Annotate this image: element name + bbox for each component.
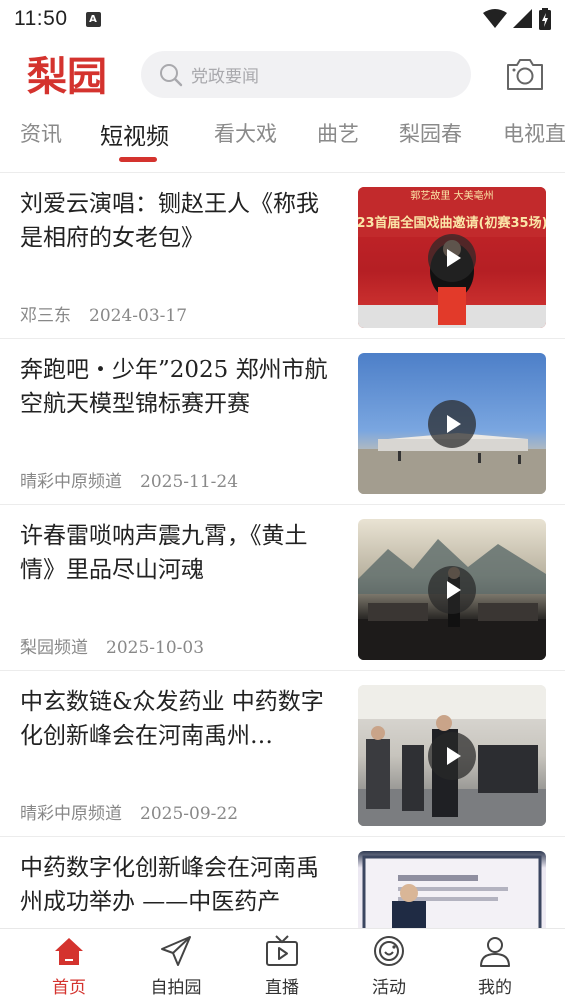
item-source: 晴彩中原频道 xyxy=(20,804,122,824)
wifi-icon xyxy=(483,9,507,28)
nav-home[interactable]: 首页 xyxy=(29,933,109,1001)
accessibility-icon: A xyxy=(85,11,101,27)
item-title: 中药数字化创新峰会在河南禹州成功举办 ——中医药产 xyxy=(20,855,319,915)
logo-text: 梨园 xyxy=(27,53,107,100)
play-icon xyxy=(428,566,476,614)
list-item[interactable]: 刘爱云演唱：铡赵王人《称我是相府的女老包》 邓三东 2024-03-17 郭艺故里… xyxy=(0,173,565,339)
play-icon xyxy=(428,400,476,448)
category-tabs: 资讯 短视频 看大戏 曲艺 梨园春 电视直 xyxy=(0,108,565,170)
nav-selfie-label: 自拍园 xyxy=(150,978,202,998)
nav-live-label: 直播 xyxy=(265,978,299,998)
active-tab-indicator xyxy=(119,157,157,162)
item-title: 许春雷唢呐声震九霄，《黄土情》里品尽山河魂 xyxy=(20,523,308,583)
bottom-nav: 首页 自拍园 直播 活动 我的 xyxy=(0,928,565,1004)
brand-logo[interactable]: 梨园 xyxy=(20,48,114,102)
play-icon xyxy=(428,732,476,780)
item-source: 邓三东 xyxy=(20,306,71,326)
nav-live[interactable]: 直播 xyxy=(242,933,322,1001)
battery-icon xyxy=(539,8,551,30)
play-icon xyxy=(428,234,476,282)
app-header: 梨园 党政要闻 xyxy=(0,44,565,106)
nav-profile[interactable]: 我的 xyxy=(455,933,535,1001)
video-thumbnail[interactable] xyxy=(358,519,546,660)
nav-selfie[interactable]: 自拍园 xyxy=(136,933,216,1001)
svg-text:郭艺故里 大美亳州: 郭艺故里 大美亳州 xyxy=(410,189,493,202)
video-thumbnail[interactable] xyxy=(358,851,546,928)
nav-profile-label: 我的 xyxy=(478,978,512,998)
video-thumbnail[interactable]: 郭艺故里 大美亳州 23首届全国戏曲邀请(初赛35场) xyxy=(358,187,546,328)
video-thumbnail[interactable] xyxy=(358,353,546,494)
thumb-banner-text: 23首届全国戏曲邀请(初赛35场) xyxy=(358,215,546,231)
list-item[interactable]: 中药数字化创新峰会在河南禹州成功举办 ——中医药产 xyxy=(0,837,565,928)
item-meta: 晴彩中原频道 2025-11-24 xyxy=(20,467,238,492)
item-title: 奔跑吧・少年”2025 郑州市航空航天模型锦标赛开赛 xyxy=(20,357,328,417)
list-item[interactable]: 中玄数链&众发药业 中药数字化创新峰会在河南禹州… 晴彩中原频道 2025-09-… xyxy=(0,671,565,837)
status-icons xyxy=(483,8,551,30)
search-bar[interactable]: 党政要闻 xyxy=(141,51,471,98)
tab-news[interactable]: 资讯 xyxy=(20,118,62,148)
item-meta: 晴彩中原频道 2025-09-22 xyxy=(20,799,238,824)
tab-opera[interactable]: 看大戏 xyxy=(214,118,277,148)
item-date: 2024-03-17 xyxy=(89,306,188,326)
item-title: 刘爱云演唱：铡赵王人《称我是相府的女老包》 xyxy=(20,191,319,251)
nav-activity[interactable]: 活动 xyxy=(349,933,429,1001)
list-item[interactable]: 奔跑吧・少年”2025 郑州市航空航天模型锦标赛开赛 晴彩中原频道 2025-11… xyxy=(0,339,565,505)
video-feed: 刘爱云演唱：铡赵王人《称我是相府的女老包》 邓三东 2024-03-17 郭艺故里… xyxy=(0,173,565,928)
home-icon xyxy=(55,938,83,965)
item-source: 梨园频道 xyxy=(20,638,88,658)
nav-activity-label: 活动 xyxy=(372,978,406,998)
nav-home-label: 首页 xyxy=(52,978,86,998)
item-meta: 邓三东 2024-03-17 xyxy=(20,301,187,326)
video-thumbnail[interactable] xyxy=(358,685,546,826)
activity-icon xyxy=(374,936,404,966)
tab-liyuanchun[interactable]: 梨园春 xyxy=(399,118,462,148)
send-icon xyxy=(161,936,191,966)
signal-icon xyxy=(513,9,532,28)
profile-icon xyxy=(480,937,510,967)
item-date: 2025-09-22 xyxy=(140,804,239,824)
camera-icon[interactable] xyxy=(505,56,545,92)
item-title: 中玄数链&众发药业 中药数字化创新峰会在河南禹州… xyxy=(20,689,324,749)
item-source: 晴彩中原频道 xyxy=(20,472,122,492)
search-placeholder: 党政要闻 xyxy=(191,67,259,87)
status-bar: 11:50 A xyxy=(0,0,565,38)
search-icon xyxy=(160,63,183,86)
item-date: 2025-11-24 xyxy=(140,472,239,492)
tab-tv-live[interactable]: 电视直 xyxy=(503,118,565,148)
tab-quyi[interactable]: 曲艺 xyxy=(317,118,359,148)
list-item[interactable]: 许春雷唢呐声震九霄，《黄土情》里品尽山河魂 梨园频道 2025-10-03 xyxy=(0,505,565,671)
item-meta: 梨园频道 2025-10-03 xyxy=(20,633,204,658)
tv-play-icon xyxy=(266,935,298,966)
tab-short-video[interactable]: 短视频 xyxy=(100,117,169,151)
status-time: 11:50 xyxy=(14,7,68,30)
item-date: 2025-10-03 xyxy=(106,638,205,658)
